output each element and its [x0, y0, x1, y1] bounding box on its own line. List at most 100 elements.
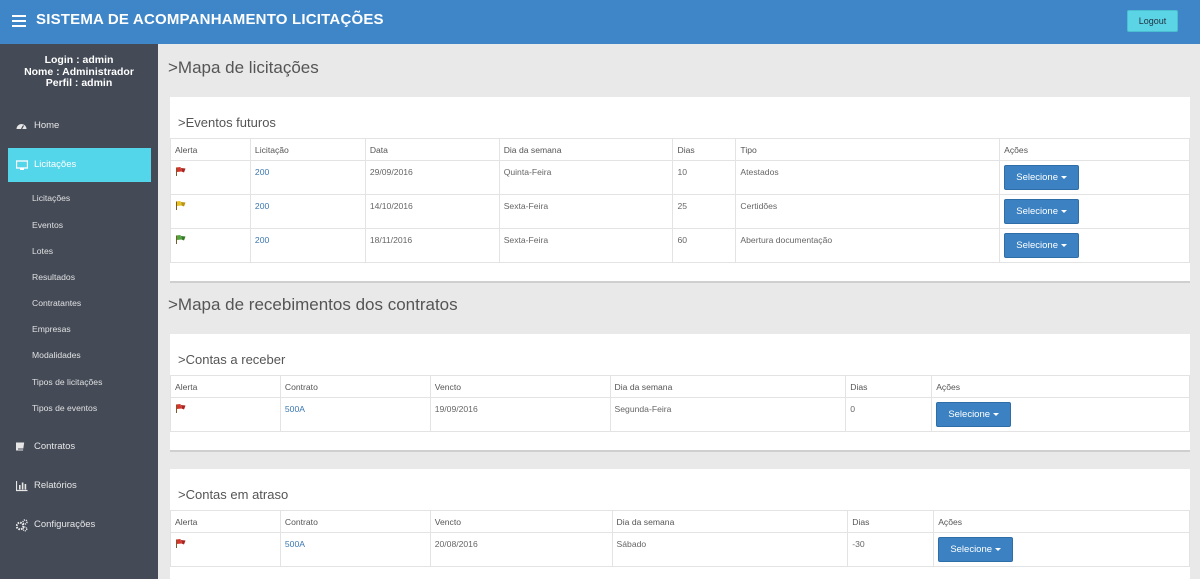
alert-cell	[170, 194, 251, 229]
dia-cell: Sábado	[611, 532, 849, 567]
sidebar: Login : admin Nome : Administrador Perfi…	[0, 44, 158, 579]
desktop-icon	[15, 148, 29, 176]
col-header: Licitação	[249, 138, 366, 161]
table-row: 200 29/09/2016 Quinta-Feira 10 Atestados…	[170, 160, 1190, 195]
alert-flag-red-icon	[175, 404, 186, 413]
acoes-cell: Selecione	[999, 228, 1190, 263]
licitacao-link[interactable]: 200	[249, 194, 366, 229]
table-row: 500A 20/08/2016 Sábado -30 Selecione	[170, 532, 1190, 567]
sidebar-subitem-tipos-eventos[interactable]: Tipos de eventos	[0, 397, 158, 419]
alert-cell	[170, 160, 251, 195]
table-row: 500A 19/09/2016 Segunda-Feira 0 Selecion…	[170, 397, 1190, 432]
dia-cell: Sexta-Feira	[498, 228, 674, 263]
col-header: Data	[364, 138, 500, 161]
contrato-link[interactable]: 500A	[279, 397, 431, 432]
eventos-table: Alerta Licitação Data Dia da semana Dias…	[170, 138, 1190, 263]
sidebar-subitem-contratantes[interactable]: Contratantes	[0, 292, 158, 314]
sidebar-subitem-licitacoes[interactable]: Licitações	[0, 187, 158, 209]
contas-atraso-panel: >Contas em atraso Alerta Contrato Vencto…	[170, 469, 1190, 579]
acoes-cell: Selecione	[999, 194, 1190, 229]
selecione-button[interactable]: Selecione	[1004, 165, 1080, 190]
sidebar-item-contratos[interactable]: Contratos	[0, 433, 158, 461]
selecione-button[interactable]: Selecione	[936, 402, 1012, 427]
menu-toggle-icon[interactable]	[12, 15, 26, 27]
sidebar-item-configuracoes[interactable]: Configurações	[0, 511, 158, 539]
col-header: Dia da semana	[609, 375, 847, 398]
sidebar-subitem-modalidades[interactable]: Modalidades	[0, 344, 158, 366]
contrato-link[interactable]: 500A	[279, 532, 431, 567]
caret-down-icon	[1060, 175, 1067, 179]
sidebar-subitem-eventos[interactable]: Eventos	[0, 214, 158, 236]
acoes-cell: Selecione	[931, 397, 1190, 432]
col-header: Ações	[999, 138, 1190, 161]
sidebar-item-relatorios[interactable]: Relatórios	[0, 472, 158, 500]
acoes-cell: Selecione	[933, 532, 1190, 567]
vencto-cell: 20/08/2016	[429, 532, 613, 567]
sidebar-item-label: Home	[34, 120, 60, 131]
dashboard-icon	[16, 112, 28, 140]
tipo-cell: Abertura documentação	[735, 228, 1001, 263]
app-title: SISTEMA DE ACOMPANHAMENTO LICITAÇÕES	[36, 11, 384, 28]
col-header: Dias	[845, 375, 933, 398]
alert-cell	[170, 228, 251, 263]
selecione-label: Selecione	[1016, 172, 1058, 183]
col-header: Dia da semana	[611, 510, 849, 533]
sidebar-item-label: Licitações	[34, 159, 77, 170]
sidebar-subitem-resultados[interactable]: Resultados	[0, 266, 158, 288]
table-header-row: Alerta Licitação Data Dia da semana Dias…	[170, 138, 1190, 161]
panel-title: >Eventos futuros	[178, 115, 276, 130]
table-header-row: Alerta Contrato Vencto Dia da semana Dia…	[170, 510, 1190, 533]
data-cell: 29/09/2016	[364, 160, 500, 195]
vencto-cell: 19/09/2016	[429, 397, 611, 432]
alert-cell	[170, 532, 281, 567]
sidebar-subitem-empresas[interactable]: Empresas	[0, 318, 158, 340]
sidebar-subitem-tipos-licitacoes[interactable]: Tipos de licitações	[0, 371, 158, 393]
col-header: Ações	[933, 510, 1190, 533]
contas-receber-table: Alerta Contrato Vencto Dia da semana Dia…	[170, 375, 1190, 432]
selecione-label: Selecione	[1016, 240, 1058, 251]
caret-down-icon	[993, 412, 1000, 416]
licitacao-link[interactable]: 200	[249, 160, 366, 195]
alert-flag-red-icon	[175, 539, 186, 548]
sidebar-item-label: Configurações	[34, 519, 96, 530]
col-header: Alerta	[170, 138, 251, 161]
book-icon	[14, 433, 28, 461]
dias-cell: 10	[672, 160, 737, 195]
dias-cell: 0	[845, 397, 933, 432]
selecione-button[interactable]: Selecione	[1004, 199, 1080, 224]
table-row: 200 18/11/2016 Sexta-Feira 60 Abertura d…	[170, 228, 1190, 263]
logout-button[interactable]: Logout	[1127, 10, 1178, 32]
selecione-button[interactable]: Selecione	[938, 537, 1014, 562]
dia-cell: Quinta-Feira	[498, 160, 674, 195]
top-header: SISTEMA DE ACOMPANHAMENTO LICITAÇÕES Log…	[0, 0, 1200, 44]
dias-cell: 60	[672, 228, 737, 263]
col-header: Alerta	[170, 375, 281, 398]
tipo-cell: Atestados	[735, 160, 1001, 195]
user-info: Login : admin Nome : Administrador Perfi…	[0, 54, 158, 90]
sidebar-item-home[interactable]: Home	[0, 112, 158, 140]
panel-title: >Contas a receber	[178, 352, 286, 367]
page-title-recebimentos: >Mapa de recebimentos dos contratos	[168, 295, 458, 314]
alert-flag-green-icon	[175, 235, 186, 244]
col-header: Contrato	[279, 375, 431, 398]
dias-cell: -30	[847, 532, 935, 567]
col-header: Dias	[847, 510, 935, 533]
acoes-cell: Selecione	[999, 160, 1190, 195]
col-header: Dias	[672, 138, 737, 161]
caret-down-icon	[1060, 209, 1067, 213]
caret-down-icon	[995, 547, 1002, 551]
contas-receber-panel: >Contas a receber Alerta Contrato Vencto…	[170, 334, 1190, 452]
alert-flag-yellow-icon	[175, 201, 186, 210]
contas-atraso-table: Alerta Contrato Vencto Dia da semana Dia…	[170, 510, 1190, 567]
licitacao-link[interactable]: 200	[249, 228, 366, 263]
col-header: Alerta	[170, 510, 281, 533]
sidebar-subitem-lotes[interactable]: Lotes	[0, 240, 158, 262]
selecione-button[interactable]: Selecione	[1004, 233, 1080, 258]
user-profile: Perfil : admin	[45, 77, 113, 89]
eventos-futuros-panel: >Eventos futuros Alerta Licitação Data D…	[170, 97, 1190, 283]
sidebar-item-licitacoes[interactable]: Licitações	[8, 148, 151, 182]
user-login: Login : admin	[44, 54, 114, 66]
alert-flag-red-icon	[175, 167, 186, 176]
col-header: Contrato	[279, 510, 431, 533]
tipo-cell: Certidões	[735, 194, 1001, 229]
